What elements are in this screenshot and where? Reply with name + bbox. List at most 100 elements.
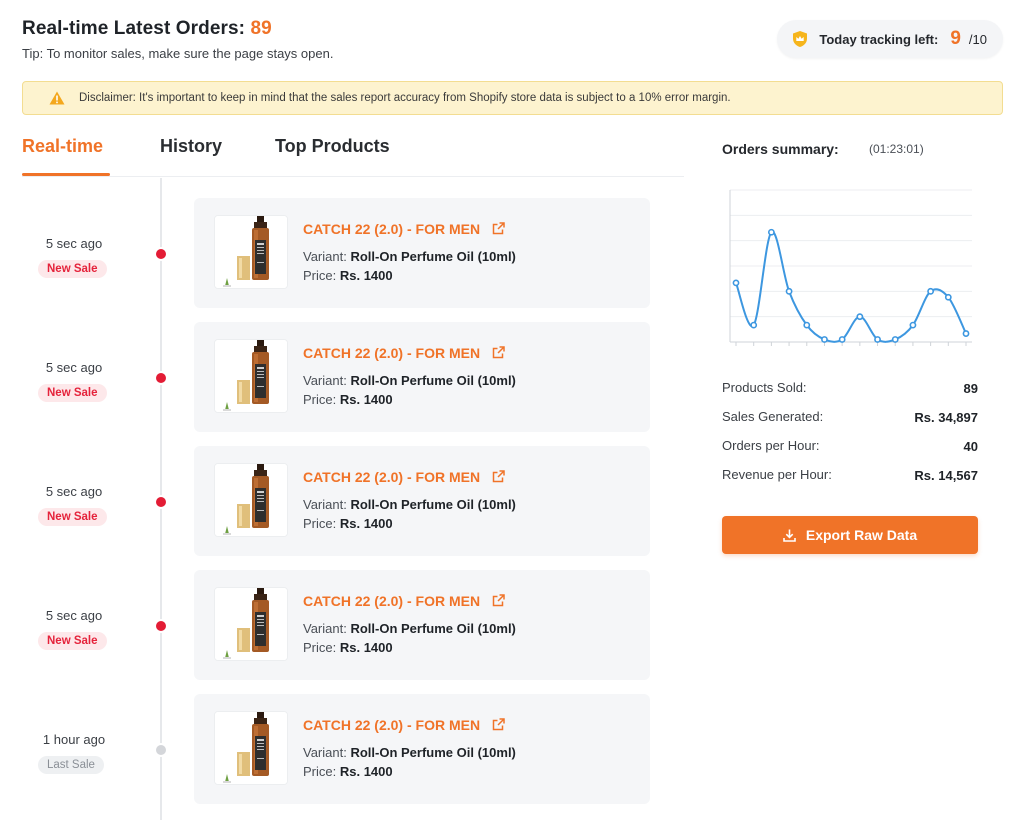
order-card: CATCH 22 (2.0) - FOR MEN Variant: Roll-O…: [194, 694, 650, 804]
chart-data-point: [962, 330, 970, 337]
external-link-icon: [492, 718, 505, 731]
price-value: Rs. 1400: [339, 516, 393, 531]
timeline-dot: [154, 371, 168, 385]
timeline-dot: [154, 247, 168, 261]
product-thumbnail: [214, 463, 288, 537]
stat-products-sold: Products Sold: 89: [722, 380, 978, 409]
tracking-total: /10: [968, 31, 987, 47]
variant-line: Variant: Roll-On Perfume Oil (10ml): [303, 621, 516, 636]
tab-real-time[interactable]: Real-time: [22, 136, 103, 157]
disclaimer-banner: Disclaimer: It's important to keep in mi…: [22, 81, 1003, 115]
order-event: 1 hour ago Last Sale CATCH 22 (2.0) - FO…: [0, 694, 690, 804]
order-time: 5 sec ago: [45, 236, 103, 251]
tracking-used: 9: [950, 28, 961, 49]
stat-revenue-per-hour: Revenue per Hour: Rs. 14,567: [722, 467, 978, 496]
order-event: 5 sec ago New Sale CATCH 22 (2.0) - FOR …: [0, 322, 690, 432]
order-count: 89: [250, 18, 272, 39]
sale-badge: New Sale: [38, 260, 107, 278]
price-line: Price: Rs. 1400: [303, 268, 393, 283]
export-raw-data-button[interactable]: Export Raw Data: [722, 516, 978, 554]
download-icon: [783, 529, 796, 542]
price-label: Price:: [303, 764, 337, 779]
tracking-label: Today tracking left:: [819, 31, 939, 47]
product-name-link[interactable]: CATCH 22 (2.0) - FOR MEN: [303, 345, 505, 361]
stat-label: Orders per Hour:: [722, 438, 820, 453]
page-title: Real-time Latest Orders: 89: [22, 18, 333, 40]
variant-label: Variant:: [303, 745, 347, 760]
tracking-badge: Today tracking left: 9/10: [777, 20, 1003, 58]
price-line: Price: Rs. 1400: [303, 516, 393, 531]
disclaimer-text: Disclaimer: It's important to keep in mi…: [79, 92, 731, 104]
stat-label: Revenue per Hour:: [722, 467, 832, 482]
perfume-bottle-image: [215, 712, 287, 784]
title-text: Real-time Latest Orders:: [22, 18, 246, 39]
order-card: CATCH 22 (2.0) - FOR MEN Variant: Roll-O…: [194, 198, 650, 308]
product-name: CATCH 22 (2.0) - FOR MEN: [303, 593, 481, 609]
external-link-icon: [492, 470, 505, 483]
perfume-bottle-image: [215, 340, 287, 412]
product-name-link[interactable]: CATCH 22 (2.0) - FOR MEN: [303, 469, 505, 485]
product-name: CATCH 22 (2.0) - FOR MEN: [303, 469, 481, 485]
variant-label: Variant:: [303, 497, 347, 512]
product-name: CATCH 22 (2.0) - FOR MEN: [303, 717, 481, 733]
chart-data-point: [891, 336, 899, 343]
stat-value: 40: [963, 439, 978, 454]
product-thumbnail: [214, 215, 288, 289]
order-event: 5 sec ago New Sale CATCH 22 (2.0) - FOR …: [0, 570, 690, 680]
orders-line-chart: [729, 189, 972, 346]
sale-badge: New Sale: [38, 508, 107, 526]
variant-value: Roll-On Perfume Oil (10ml): [350, 621, 516, 636]
tab-history[interactable]: History: [160, 136, 222, 157]
product-thumbnail: [214, 587, 288, 661]
perfume-bottle-image: [215, 216, 287, 288]
variant-value: Roll-On Perfume Oil (10ml): [350, 497, 516, 512]
shield-crown-icon: [793, 31, 808, 47]
chart-data-point: [909, 321, 917, 329]
variant-line: Variant: Roll-On Perfume Oil (10ml): [303, 745, 516, 760]
chart-data-point: [821, 336, 828, 343]
timeline-dot: [154, 743, 168, 757]
variant-line: Variant: Roll-On Perfume Oil (10ml): [303, 373, 516, 388]
perfume-bottle-image: [215, 464, 287, 536]
page-header: Real-time Latest Orders: 89 Tip: To moni…: [22, 18, 333, 61]
chart-data-point: [750, 321, 758, 329]
sale-badge: New Sale: [38, 632, 107, 650]
warning-icon: [49, 91, 65, 105]
chart-data-point: [944, 293, 952, 301]
order-time: 5 sec ago: [45, 360, 103, 375]
product-name-link[interactable]: CATCH 22 (2.0) - FOR MEN: [303, 717, 505, 733]
price-value: Rs. 1400: [339, 268, 393, 283]
stat-value: 89: [963, 381, 978, 396]
external-link-icon: [492, 222, 505, 235]
price-label: Price:: [303, 392, 337, 407]
variant-line: Variant: Roll-On Perfume Oil (10ml): [303, 497, 516, 512]
export-label: Export Raw Data: [805, 527, 918, 543]
timeline-dot: [154, 495, 168, 509]
product-name-link[interactable]: CATCH 22 (2.0) - FOR MEN: [303, 221, 505, 237]
price-label: Price:: [303, 516, 337, 531]
sale-badge: New Sale: [38, 384, 107, 402]
order-event: 5 sec ago New Sale CATCH 22 (2.0) - FOR …: [0, 198, 690, 308]
variant-value: Roll-On Perfume Oil (10ml): [350, 373, 516, 388]
order-time: 5 sec ago: [45, 484, 103, 499]
variant-value: Roll-On Perfume Oil (10ml): [350, 249, 516, 264]
sale-badge: Last Sale: [38, 756, 104, 774]
external-link-icon: [492, 346, 505, 359]
chart-data-point: [767, 228, 775, 236]
external-link-icon: [492, 594, 505, 607]
price-label: Price:: [303, 268, 337, 283]
stat-label: Sales Generated:: [722, 409, 824, 424]
chart-data-point: [785, 287, 793, 295]
price-value: Rs. 1400: [339, 392, 393, 407]
order-event: 5 sec ago New Sale CATCH 22 (2.0) - FOR …: [0, 446, 690, 556]
price-line: Price: Rs. 1400: [303, 764, 393, 779]
tab-top-products[interactable]: Top Products: [275, 136, 390, 157]
summary-timer: (01:23:01): [869, 142, 924, 156]
chart-data-point: [874, 336, 881, 343]
product-thumbnail: [214, 339, 288, 413]
timeline-dot: [154, 619, 168, 633]
stat-label: Products Sold:: [722, 380, 807, 395]
price-value: Rs. 1400: [339, 764, 393, 779]
product-name-link[interactable]: CATCH 22 (2.0) - FOR MEN: [303, 593, 505, 609]
chart-data-point: [856, 313, 864, 321]
